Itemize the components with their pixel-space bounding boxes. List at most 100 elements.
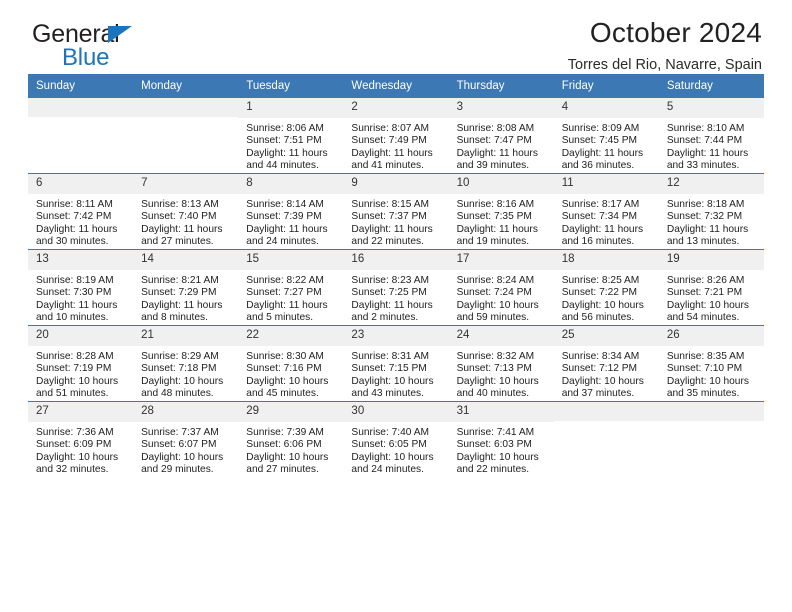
day-number: 14 [133,250,239,270]
daylight-text: Daylight: 11 hours and 27 minutes. [141,223,223,248]
day-sun-info: Sunrise: 8:23 AM Sunset: 7:25 PM Daylight:… [343,270,448,325]
calendar-day-cell[interactable]: 28 Sunrise: 7:37 AM Sunset: 6:07 PM Dayligh… [133,401,239,478]
calendar-day-cell[interactable]: 17 Sunrise: 8:24 AM Sunset: 7:24 PM Dayligh… [448,249,554,326]
calendar-page: General Blue October 2024 Torres del Rio… [0,0,792,612]
sunset-text: Sunset: 7:13 PM [456,363,532,375]
calendar-day-cell[interactable]: 10 Sunrise: 8:16 AM Sunset: 7:35 PM Dayligh… [448,173,554,250]
sunrise-text: Sunrise: 7:37 AM [141,426,219,438]
sunrise-text: Sunrise: 8:13 AM [141,198,219,210]
day-number: 27 [28,402,134,422]
day-number: 12 [658,174,764,194]
sunrise-text: Sunrise: 8:23 AM [351,274,430,286]
day-number: 30 [343,402,449,422]
sunset-text: Sunset: 7:21 PM [666,287,743,299]
calendar-day-cell[interactable]: 18 Sunrise: 8:25 AM Sunset: 7:22 PM Dayligh… [553,249,659,326]
calendar-day-cell[interactable]: 14 Sunrise: 8:21 AM Sunset: 7:29 PM Dayligh… [133,249,239,326]
daylight-text: Daylight: 11 hours and 33 minutes. [666,147,749,172]
calendar-day-cell[interactable]: 29 Sunrise: 7:39 AM Sunset: 6:06 PM Dayligh… [238,401,344,478]
calendar-day-cell[interactable]: 11 Sunrise: 8:17 AM Sunset: 7:34 PM Dayligh… [553,173,659,250]
daylight-text: Daylight: 10 hours and 59 minutes. [456,299,539,324]
day-number: 10 [448,174,554,194]
day-sun-info: Sunrise: 8:34 AM Sunset: 7:12 PM Daylight:… [554,346,659,401]
daylight-text: Daylight: 10 hours and 37 minutes. [561,375,644,400]
calendar-day-cell[interactable]: 1 Sunrise: 8:06 AM Sunset: 7:51 PM Daylight… [238,98,344,174]
calendar-day-cell[interactable]: 7 Sunrise: 8:13 AM Sunset: 7:40 PM Daylight… [133,173,239,250]
sunset-text: Sunset: 7:37 PM [351,211,427,223]
sunset-text: Sunset: 7:10 PM [666,363,743,375]
weekday-header-row: Sunday Monday Tuesday Wednesday Thursday… [28,74,764,98]
sunset-text: Sunset: 6:09 PM [36,439,112,451]
sunrise-text: Sunrise: 8:19 AM [36,274,114,286]
sunrise-text: Sunrise: 8:30 AM [246,350,324,362]
calendar-week-row: 20 Sunrise: 8:28 AM Sunset: 7:19 PM Dayligh… [28,325,764,402]
day-number: 19 [658,250,764,270]
calendar-day-cell[interactable]: 12 Sunrise: 8:18 AM Sunset: 7:32 PM Dayligh… [658,173,764,250]
weekday-header-friday: Friday [553,74,659,98]
sunset-text: Sunset: 6:03 PM [456,439,532,451]
daylight-text: Daylight: 10 hours and 27 minutes. [246,451,329,476]
calendar-day-cell[interactable]: 13 Sunrise: 8:19 AM Sunset: 7:30 PM Dayligh… [28,249,134,326]
calendar-day-cell[interactable]: 9 Sunrise: 8:15 AM Sunset: 7:37 PM Daylight… [343,173,449,250]
title-block: October 2024 Torres del Rio, Navarre, Sp… [567,17,762,74]
daylight-text: Daylight: 11 hours and 8 minutes. [141,299,223,324]
day-sun-info: Sunrise: 7:41 AM Sunset: 6:03 PM Daylight:… [449,422,554,477]
calendar-day-cell[interactable]: 4 Sunrise: 8:09 AM Sunset: 7:45 PM Daylight… [553,98,659,174]
calendar-day-cell[interactable]: 3 Sunrise: 8:08 AM Sunset: 7:47 PM Daylight… [448,98,554,174]
calendar-day-cell[interactable]: 30 Sunrise: 7:40 AM Sunset: 6:05 PM Dayligh… [343,401,449,478]
day-number: 4 [553,98,659,118]
calendar-day-cell[interactable]: 26 Sunrise: 8:35 AM Sunset: 7:10 PM Dayligh… [658,325,764,402]
calendar-day-cell[interactable]: 5 Sunrise: 8:10 AM Sunset: 7:44 PM Daylight… [658,98,764,174]
calendar-day-cell[interactable]: 27 Sunrise: 7:36 AM Sunset: 6:09 PM Dayligh… [28,401,134,478]
calendar-day-cell[interactable]: 24 Sunrise: 8:32 AM Sunset: 7:13 PM Dayligh… [448,325,554,402]
day-number: 25 [553,326,659,346]
calendar-day-cell[interactable]: 31 Sunrise: 7:41 AM Sunset: 6:03 PM Dayligh… [448,401,554,478]
calendar-day-cell[interactable]: 23 Sunrise: 8:31 AM Sunset: 7:15 PM Dayligh… [343,325,449,402]
calendar-day-cell[interactable]: 6 Sunrise: 8:11 AM Sunset: 7:42 PM Daylight… [28,173,134,250]
day-sun-info: Sunrise: 8:35 AM Sunset: 7:10 PM Daylight:… [659,346,764,401]
day-sun-info: Sunrise: 8:10 AM Sunset: 7:44 PM Daylight:… [659,118,764,173]
calendar-day-cell[interactable]: 20 Sunrise: 8:28 AM Sunset: 7:19 PM Dayligh… [28,325,134,402]
calendar-day-cell-empty [553,401,659,478]
logo-text-general: General [32,22,242,48]
sunset-text: Sunset: 7:16 PM [246,363,322,375]
day-sun-info: Sunrise: 8:19 AM Sunset: 7:30 PM Daylight:… [28,270,133,325]
daylight-text: Daylight: 10 hours and 32 minutes. [36,451,119,476]
day-number: 21 [133,326,239,346]
sunrise-text: Sunrise: 8:22 AM [246,274,324,286]
page-header: General Blue October 2024 Torres del Rio… [28,0,764,74]
sunrise-text: Sunrise: 8:18 AM [666,198,745,210]
calendar-day-cell[interactable]: 8 Sunrise: 8:14 AM Sunset: 7:39 PM Daylight… [238,173,344,250]
calendar-day-cell[interactable]: 15 Sunrise: 8:22 AM Sunset: 7:27 PM Dayligh… [238,249,344,326]
sunset-text: Sunset: 7:45 PM [561,135,638,147]
day-number: 31 [448,402,554,422]
daylight-text: Daylight: 10 hours and 48 minutes. [141,375,224,400]
daylight-text: Daylight: 11 hours and 44 minutes. [246,147,328,172]
daylight-text: Daylight: 10 hours and 54 minutes. [666,299,749,324]
sunset-text: Sunset: 7:34 PM [561,211,638,223]
day-number: 8 [238,174,344,194]
sunset-text: Sunset: 7:35 PM [456,211,532,223]
calendar-day-cell[interactable]: 25 Sunrise: 8:34 AM Sunset: 7:12 PM Dayligh… [553,325,659,402]
calendar-day-cell[interactable]: 22 Sunrise: 8:30 AM Sunset: 7:16 PM Dayligh… [238,325,344,402]
calendar-day-cell[interactable]: 16 Sunrise: 8:23 AM Sunset: 7:25 PM Dayligh… [343,249,449,326]
sunrise-text: Sunrise: 8:34 AM [561,350,640,362]
day-sun-info: Sunrise: 8:09 AM Sunset: 7:45 PM Daylight:… [554,118,659,173]
day-sun-info: Sunrise: 8:16 AM Sunset: 7:35 PM Daylight:… [449,194,554,249]
sunrise-text: Sunrise: 8:07 AM [351,122,430,134]
day-sun-info: Sunrise: 8:24 AM Sunset: 7:24 PM Daylight:… [449,270,554,325]
sunset-text: Sunset: 7:22 PM [561,287,638,299]
sunset-text: Sunset: 7:27 PM [246,287,322,299]
day-number [28,98,134,117]
page-subtitle: Torres del Rio, Navarre, Spain [567,56,762,73]
calendar-day-cell[interactable]: 2 Sunrise: 8:07 AM Sunset: 7:49 PM Daylight… [343,98,449,174]
calendar-day-cell[interactable]: 21 Sunrise: 8:29 AM Sunset: 7:18 PM Dayligh… [133,325,239,402]
day-number: 5 [658,98,764,118]
calendar-week-row: 27 Sunrise: 7:36 AM Sunset: 6:09 PM Dayligh… [28,401,764,478]
calendar-grid: Sunday Monday Tuesday Wednesday Thursday… [28,74,764,478]
calendar-day-cell[interactable]: 19 Sunrise: 8:26 AM Sunset: 7:21 PM Dayligh… [658,249,764,326]
daylight-text: Daylight: 10 hours and 35 minutes. [666,375,749,400]
sunset-text: Sunset: 7:25 PM [351,287,427,299]
logo-general-blue[interactable]: General Blue [32,22,242,74]
sunset-text: Sunset: 7:40 PM [141,211,217,223]
day-sun-info: Sunrise: 7:39 AM Sunset: 6:06 PM Daylight:… [238,422,343,477]
